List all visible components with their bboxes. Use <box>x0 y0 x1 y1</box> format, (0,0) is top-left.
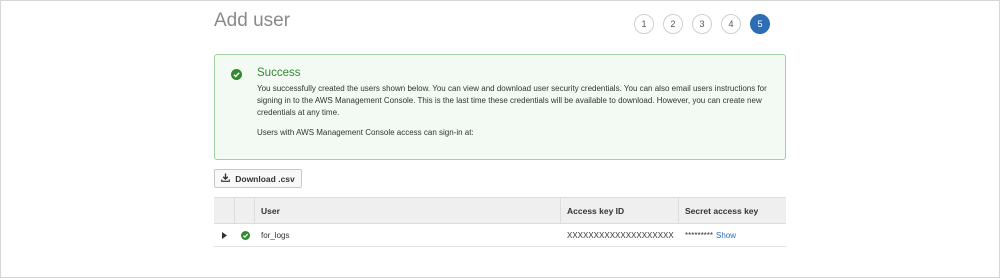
table-header: User Access key ID Secret access key <box>214 197 786 224</box>
header-secret-access-key[interactable]: Secret access key <box>679 198 786 223</box>
download-csv-label: Download .csv <box>235 173 295 184</box>
expand-row-icon[interactable] <box>214 224 235 246</box>
page-title: Add user <box>214 10 291 31</box>
success-alert: Success You successfully created the use… <box>214 54 786 160</box>
download-csv-button[interactable]: Download .csv <box>214 169 302 188</box>
step-5-current[interactable]: 5 <box>750 14 770 34</box>
show-secret-link[interactable]: Show <box>716 231 736 240</box>
check-circle-icon <box>231 67 242 85</box>
download-icon <box>221 173 231 184</box>
signin-text: Users with AWS Management Console access… <box>257 128 474 137</box>
credentials-table: User Access key ID Secret access key for… <box>214 197 786 247</box>
step-2[interactable]: 2 <box>663 14 683 34</box>
user-name-cell: for_logs <box>261 230 290 240</box>
step-3[interactable]: 3 <box>692 14 712 34</box>
secret-access-key-cell: ********* Show <box>679 224 786 246</box>
alert-message: You successfully created the users shown… <box>257 84 767 118</box>
access-key-id-cell: XXXXXXXXXXXXXXXXXXXX <box>567 230 674 240</box>
step-4[interactable]: 4 <box>721 14 741 34</box>
step-indicator: 1 2 3 4 5 <box>634 14 770 34</box>
header-expand-col <box>214 198 235 223</box>
alert-heading: Success <box>257 67 301 79</box>
check-circle-icon <box>235 224 255 246</box>
secret-mask: ********* <box>685 230 714 240</box>
step-1[interactable]: 1 <box>634 14 654 34</box>
header-status-col <box>235 198 255 223</box>
table-row: for_logs XXXXXXXXXXXXXXXXXXXX ********* … <box>214 224 786 247</box>
header-user[interactable]: User <box>255 198 561 223</box>
header-access-key-id[interactable]: Access key ID <box>561 198 679 223</box>
